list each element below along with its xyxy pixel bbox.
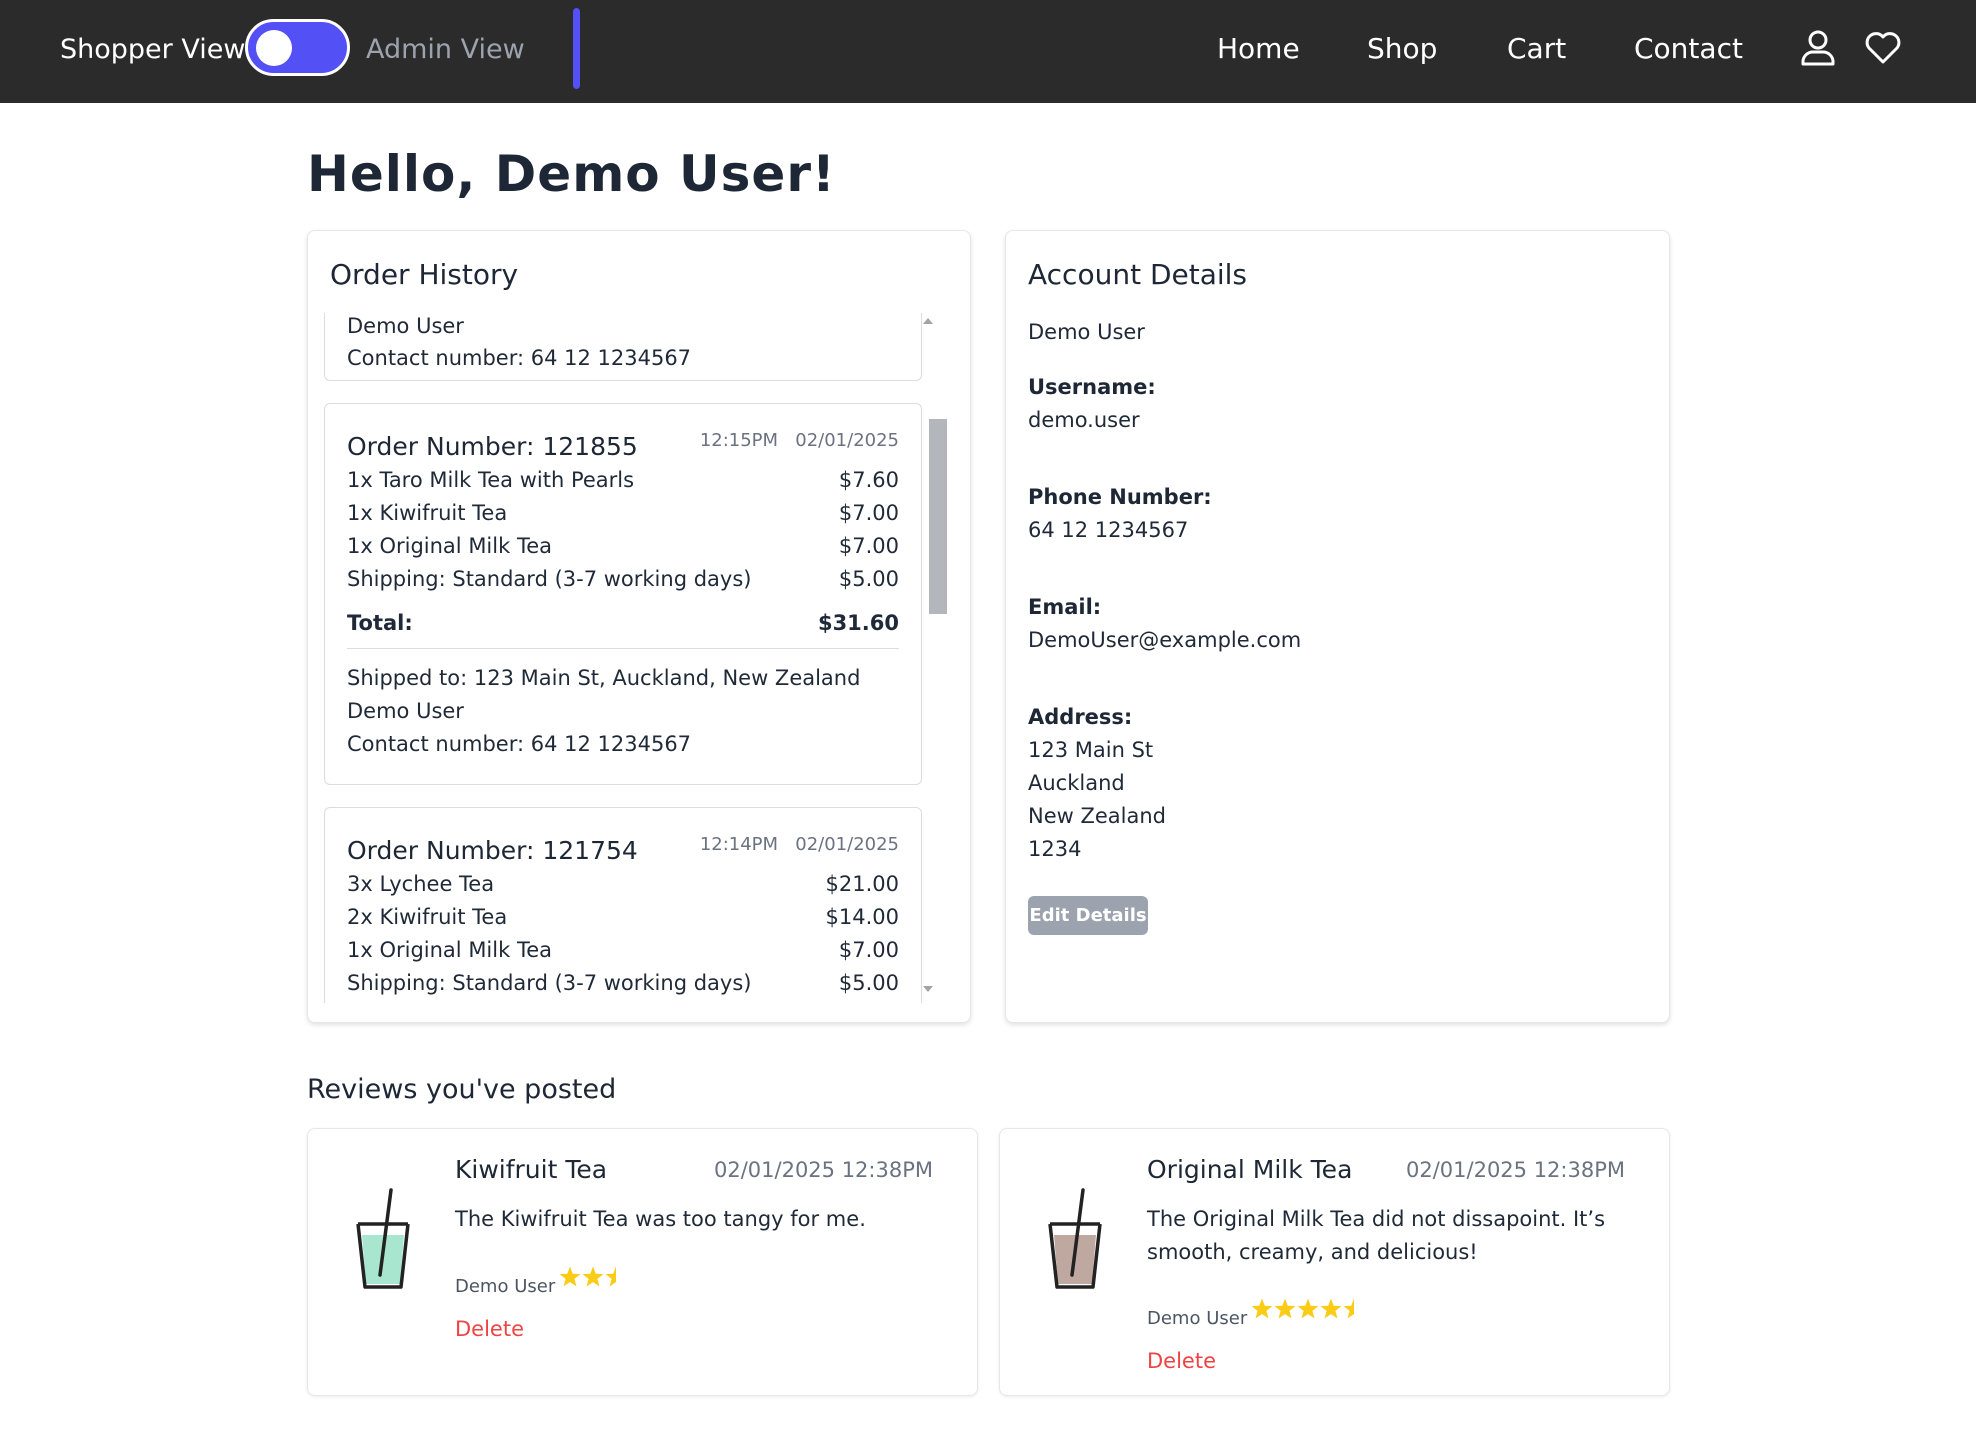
address-label: Address: bbox=[1028, 705, 1133, 729]
nav-cart-link[interactable]: Cart bbox=[1507, 28, 1566, 70]
review-product-name: Original Milk Tea bbox=[1147, 1155, 1353, 1184]
order-line-item: 3x Lychee Tea $21.00 bbox=[347, 872, 899, 896]
shopper-view-label: Shopper View bbox=[60, 34, 246, 65]
address-line: New Zealand bbox=[1028, 804, 1166, 828]
review-product-name: Kiwifruit Tea bbox=[455, 1155, 608, 1184]
scrollbar-thumb[interactable] bbox=[929, 419, 947, 614]
delete-review-link[interactable]: Delete bbox=[455, 1313, 524, 1345]
star-icon bbox=[1320, 1298, 1342, 1319]
nav-shop-link[interactable]: Shop bbox=[1367, 28, 1437, 70]
half-star-icon bbox=[605, 1266, 616, 1287]
delete-review-link[interactable]: Delete bbox=[1147, 1345, 1216, 1377]
phone-label: Phone Number: bbox=[1028, 485, 1212, 509]
star-icon bbox=[1297, 1298, 1319, 1319]
order-number: Order Number: 121754 bbox=[347, 836, 638, 865]
order-item: Order Number: 121855 12:15PM 02/01/2025 … bbox=[324, 403, 922, 785]
half-star-icon bbox=[1343, 1298, 1354, 1319]
order-total: Total: $31.60 bbox=[347, 611, 899, 635]
review-author: Demo User bbox=[1147, 1308, 1248, 1329]
order-history-title: Order History bbox=[330, 258, 519, 291]
star-icon bbox=[559, 1266, 581, 1287]
username-value: demo.user bbox=[1028, 408, 1140, 432]
address-line: 123 Main St bbox=[1028, 738, 1154, 762]
order-line-item: 1x Taro Milk Tea with Pearls $7.60 bbox=[347, 468, 899, 492]
order-history-scrollbar[interactable] bbox=[913, 312, 947, 1002]
order-contact-number: Contact number: 64 12 1234567 bbox=[347, 346, 692, 370]
email-value: DemoUser@example.com bbox=[1028, 628, 1302, 652]
order-line-item: 1x Kiwifruit Tea $7.00 bbox=[347, 501, 899, 525]
heart-icon[interactable] bbox=[1863, 28, 1903, 68]
order-history-card: Order History Demo User Contact number: … bbox=[307, 230, 971, 1023]
review-text: The Original Milk Tea did not dissapoint… bbox=[1147, 1207, 1606, 1264]
admin-view-label: Admin View bbox=[366, 34, 525, 65]
review-datetime: 02/01/2025 12:38PM bbox=[1405, 1158, 1625, 1182]
page-title: Hello, Demo User! bbox=[307, 145, 836, 203]
order-timestamp: 12:15PM 02/01/2025 bbox=[699, 430, 899, 451]
order-line-item: 1x Original Milk Tea $7.00 bbox=[347, 534, 899, 558]
drink-cup-icon bbox=[356, 1188, 410, 1289]
username-label: Username: bbox=[1028, 375, 1156, 399]
star-rating bbox=[559, 1266, 616, 1287]
review-card: Kiwifruit Tea 02/01/2025 12:38PM The Kiw… bbox=[307, 1128, 978, 1396]
address-line: 1234 bbox=[1028, 837, 1082, 861]
nav-contact-link[interactable]: Contact bbox=[1634, 28, 1743, 70]
navbar-divider bbox=[573, 8, 580, 89]
star-icon bbox=[1274, 1298, 1296, 1319]
order-contact-number: Contact number: 64 12 1234567 bbox=[347, 732, 692, 756]
review-card: Original Milk Tea 02/01/2025 12:38PM The… bbox=[999, 1128, 1670, 1396]
star-icon bbox=[582, 1266, 604, 1287]
order-recipient-name: Demo User bbox=[347, 699, 464, 723]
order-shipped-to: Shipped to: 123 Main St, Auckland, New Z… bbox=[347, 666, 861, 690]
scroll-up-arrow-icon[interactable] bbox=[923, 318, 933, 324]
top-navbar: Shopper View Admin View Home Shop Cart C… bbox=[0, 0, 1976, 103]
order-number: Order Number: 121855 bbox=[347, 432, 638, 461]
review-text: The Kiwifruit Tea was too tangy for me. bbox=[455, 1207, 866, 1231]
edit-details-button[interactable]: Edit Details bbox=[1028, 896, 1148, 935]
review-datetime: 02/01/2025 12:38PM bbox=[713, 1158, 933, 1182]
scroll-down-arrow-icon[interactable] bbox=[923, 986, 933, 992]
account-details-card: Account Details Demo User Username: demo… bbox=[1005, 230, 1670, 1023]
order-shipping-line: Shipping: Standard (3-7 working days) $5.… bbox=[347, 567, 899, 591]
star-rating bbox=[1251, 1298, 1354, 1319]
account-details-title: Account Details bbox=[1028, 258, 1248, 291]
address-line: Auckland bbox=[1028, 771, 1125, 795]
reviews-section-title: Reviews you've posted bbox=[307, 1074, 617, 1105]
user-icon[interactable] bbox=[1798, 28, 1838, 68]
account-name: Demo User bbox=[1028, 320, 1145, 344]
order-recipient-name: Demo User bbox=[347, 314, 464, 338]
order-shipping-line: Shipping: Standard (3-7 working days) $5.… bbox=[347, 971, 899, 995]
email-label: Email: bbox=[1028, 595, 1102, 619]
toggle-knob bbox=[256, 30, 292, 66]
order-item: Order Number: 121754 12:14PM 02/01/2025 … bbox=[324, 807, 922, 1003]
nav-home-link[interactable]: Home bbox=[1217, 28, 1300, 70]
review-author: Demo User bbox=[455, 1276, 556, 1297]
view-toggle-switch[interactable] bbox=[245, 19, 350, 76]
order-line-item: 2x Kiwifruit Tea $14.00 bbox=[347, 905, 899, 929]
order-divider bbox=[347, 648, 899, 649]
order-line-item: 1x Original Milk Tea $7.00 bbox=[347, 938, 899, 962]
drink-cup-icon bbox=[1048, 1188, 1102, 1289]
phone-value: 64 12 1234567 bbox=[1028, 518, 1189, 542]
star-icon bbox=[1251, 1298, 1273, 1319]
order-history-scroll-area[interactable]: Demo User Contact number: 64 12 1234567 … bbox=[324, 313, 953, 1003]
order-timestamp: 12:14PM 02/01/2025 bbox=[699, 834, 899, 855]
order-item: Demo User Contact number: 64 12 1234567 bbox=[324, 313, 922, 381]
